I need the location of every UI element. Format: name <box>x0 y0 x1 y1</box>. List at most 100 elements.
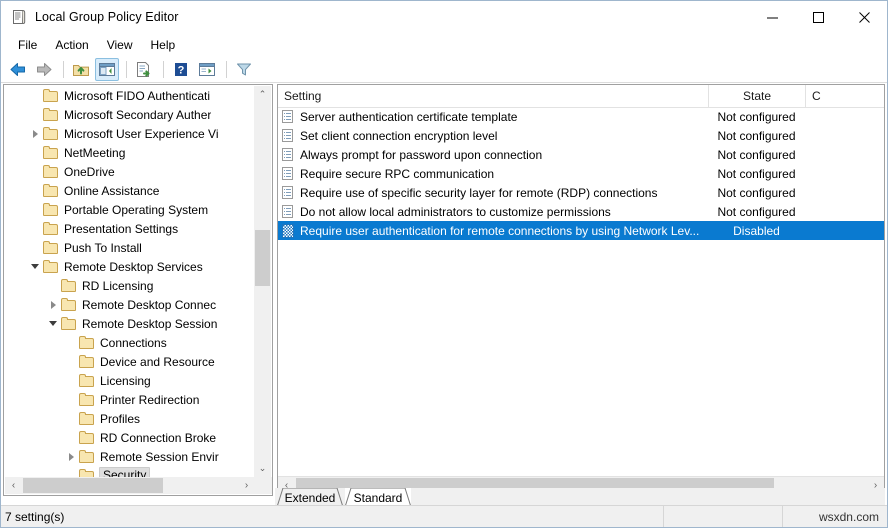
tree-scroll-down-arrow[interactable]: ⌄ <box>254 460 271 477</box>
folder-icon <box>79 411 96 426</box>
tree-item-label: Remote Session Envir <box>100 449 219 464</box>
tree-item[interactable]: Connections <box>5 333 255 352</box>
column-header-comment[interactable]: C <box>805 85 884 107</box>
tree-items-container: Microsoft FIDO Authenticati Microsoft Sec… <box>5 86 255 477</box>
tree-item[interactable]: Portable Operating System <box>5 200 255 219</box>
help-button[interactable]: ? <box>169 58 193 81</box>
close-button[interactable] <box>841 1 887 33</box>
setting-cell: Require use of specific security layer f… <box>278 185 708 200</box>
tree-item[interactable]: Security <box>5 466 255 477</box>
svg-text:?: ? <box>178 64 185 76</box>
column-header-setting[interactable]: Setting <box>278 85 708 107</box>
setting-name: Require user authentication for remote c… <box>300 223 700 238</box>
tree-scroll-left-arrow[interactable]: ‹ <box>5 477 22 494</box>
tree-twisty-placeholder <box>27 164 43 180</box>
folder-icon <box>79 373 96 388</box>
tree-item[interactable]: Remote Desktop Services <box>5 257 255 276</box>
folder-icon <box>61 297 78 312</box>
status-text: 7 setting(s) <box>5 509 65 524</box>
tree-item[interactable]: OneDrive <box>5 162 255 181</box>
export-list-button[interactable] <box>132 58 156 81</box>
setting-name: Require use of specific security layer f… <box>300 185 658 200</box>
tree-twisty-placeholder <box>63 354 79 370</box>
tree-item[interactable]: Device and Resource <box>5 352 255 371</box>
table-row[interactable]: Always prompt for password upon connecti… <box>278 145 884 164</box>
setting-cell: Require user authentication for remote c… <box>278 223 708 238</box>
folder-icon <box>43 164 60 179</box>
table-row[interactable]: Set client connection encryption level No… <box>278 126 884 145</box>
tab-extended-label: Extended <box>284 490 336 505</box>
tree-vertical-scrollbar[interactable]: ⌃ ⌄ <box>253 86 271 477</box>
tree-item[interactable]: Push To Install <box>5 238 255 257</box>
menu-view[interactable]: View <box>98 36 142 54</box>
status-bar: 7 setting(s) wsxdn.com <box>1 505 887 527</box>
tree-item[interactable]: RD Licensing <box>5 276 255 295</box>
folder-icon <box>79 392 96 407</box>
folder-icon <box>43 259 60 274</box>
menu-bar: File Action View Help <box>1 33 887 56</box>
local-group-policy-editor-window: Local Group Policy Editor File Action Vi… <box>0 0 888 528</box>
tree-twisty-placeholder <box>63 373 79 389</box>
chevron-down-icon[interactable] <box>27 259 43 275</box>
setting-name: Always prompt for password upon connecti… <box>300 147 543 162</box>
up-one-level-button[interactable] <box>69 58 93 81</box>
table-row[interactable]: Require secure RPC communication Not conf… <box>278 164 884 183</box>
tree-item[interactable]: Microsoft Secondary Auther <box>5 105 255 124</box>
tree-twisty-placeholder <box>63 430 79 446</box>
tab-extended[interactable]: Extended <box>277 488 343 507</box>
minimize-button[interactable] <box>749 1 795 33</box>
tree-twisty-placeholder <box>27 183 43 199</box>
tree-twisty-placeholder <box>27 107 43 123</box>
tree-item-label: Security <box>99 467 151 477</box>
forward-button[interactable] <box>32 58 56 81</box>
table-row[interactable]: Require use of specific security layer f… <box>278 183 884 202</box>
tree-item[interactable]: Profiles <box>5 409 255 428</box>
filter-button[interactable] <box>232 58 256 81</box>
tab-standard[interactable]: Standard <box>345 488 411 507</box>
table-row[interactable]: Require user authentication for remote c… <box>278 221 884 240</box>
tree-item-label: Profiles <box>100 411 141 426</box>
tree-item[interactable]: Microsoft User Experience Vi <box>5 124 255 143</box>
tree-item[interactable]: Remote Session Envir <box>5 447 255 466</box>
table-row[interactable]: Server authentication certificate templa… <box>278 107 884 126</box>
maximize-button[interactable] <box>795 1 841 33</box>
tree-horizontal-scroll-thumb[interactable] <box>23 478 163 493</box>
tree-item[interactable]: RD Connection Broke <box>5 428 255 447</box>
tree-item[interactable]: Remote Desktop Connec <box>5 295 255 314</box>
tree-item-label: Microsoft Secondary Auther <box>64 107 212 122</box>
menu-action[interactable]: Action <box>46 36 97 54</box>
tree-item[interactable]: Microsoft FIDO Authenticati <box>5 86 255 105</box>
tree-item[interactable]: Presentation Settings <box>5 219 255 238</box>
tree-scroll-up-arrow[interactable]: ⌃ <box>254 86 271 103</box>
chevron-right-icon[interactable] <box>63 449 79 465</box>
tree-twisty-placeholder <box>63 392 79 408</box>
tree-item[interactable]: Remote Desktop Session <box>5 314 255 333</box>
tree-vertical-scroll-thumb[interactable] <box>255 230 270 286</box>
menu-help[interactable]: Help <box>142 36 185 54</box>
table-row[interactable]: Do not allow local administrators to cus… <box>278 202 884 221</box>
tree-scroll-right-arrow[interactable]: › <box>238 477 255 494</box>
tree-item[interactable]: Licensing <box>5 371 255 390</box>
show-action-pane-button[interactable] <box>195 58 219 81</box>
status-segment-middle <box>663 506 782 527</box>
tree-twisty-placeholder <box>27 88 43 104</box>
chevron-right-icon[interactable] <box>27 126 43 142</box>
toolbar-separator-4 <box>226 60 227 78</box>
tree-item-label: NetMeeting <box>64 145 126 160</box>
policy-setting-selected-icon <box>282 223 294 238</box>
tree-item[interactable]: Printer Redirection <box>5 390 255 409</box>
toolbar-separator-3 <box>163 60 164 78</box>
content-area: Microsoft FIDO Authenticati Microsoft Sec… <box>3 84 885 496</box>
show-hide-console-tree-button[interactable] <box>95 57 119 81</box>
chevron-down-icon[interactable] <box>45 316 61 332</box>
policy-setting-icon <box>282 128 294 143</box>
chevron-right-icon[interactable] <box>45 297 61 313</box>
tree-horizontal-scrollbar[interactable]: ‹ › <box>5 477 272 494</box>
back-button[interactable] <box>6 58 30 81</box>
menu-file[interactable]: File <box>9 36 46 54</box>
column-header-state[interactable]: State <box>708 85 805 107</box>
policy-setting-icon <box>282 185 294 200</box>
tree-item[interactable]: Online Assistance <box>5 181 255 200</box>
tree-item[interactable]: NetMeeting <box>5 143 255 162</box>
folder-icon <box>79 468 96 477</box>
